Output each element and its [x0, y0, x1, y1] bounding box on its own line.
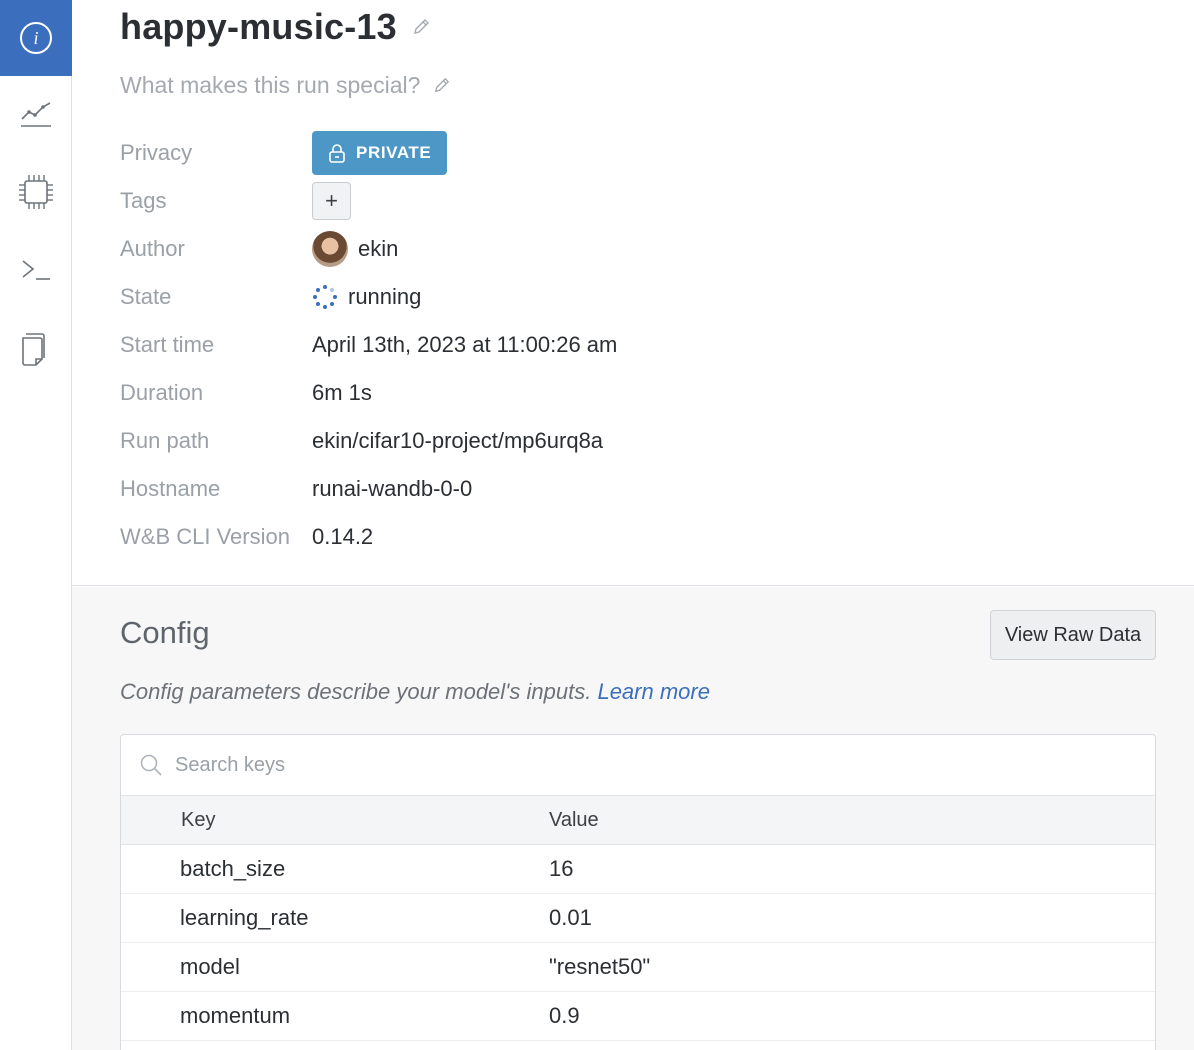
info-icon: i: [20, 22, 52, 54]
tags-label: Tags: [120, 188, 167, 213]
sidebar-item-overview[interactable]: i: [0, 0, 72, 76]
table-row[interactable]: batch_size 16: [121, 845, 1155, 894]
learn-more-link[interactable]: Learn more: [597, 679, 710, 704]
start-time-row: Start time April 13th, 2023 at 11:00:26 …: [120, 329, 1020, 361]
config-description: Config parameters describe your model's …: [120, 679, 710, 705]
sidebar: i: [0, 0, 72, 1050]
duration-value: 6m 1s: [312, 380, 372, 405]
state-label: State: [120, 284, 172, 309]
row-value: 16: [549, 856, 574, 881]
row-key: learning_rate: [180, 905, 309, 930]
author-row: Author ekin: [120, 231, 1020, 267]
files-icon: [22, 333, 45, 366]
row-value: 0.01: [549, 905, 592, 930]
config-search: [121, 735, 1155, 796]
hostname-value: runai-wandb-0-0: [312, 476, 473, 501]
tags-row: Tags +: [120, 182, 1020, 220]
cli-version-value: 0.14.2: [312, 524, 374, 549]
chip-icon: [19, 175, 53, 209]
avatar[interactable]: [312, 231, 348, 267]
chart-icon: [21, 102, 51, 127]
privacy-row: Privacy PRIVATE: [120, 131, 1020, 175]
row-value: 0.9: [549, 1003, 580, 1028]
run-path-value[interactable]: ekin/cifar10-project/mp6urq8a: [312, 428, 603, 454]
run-name: happy-music-13: [120, 6, 397, 47]
table-row[interactable]: learning_rate 0.01: [121, 894, 1155, 943]
terminal-icon: [22, 260, 50, 280]
config-section: Config View Raw Data Config parameters d…: [72, 587, 1194, 1050]
spinner-icon: [313, 285, 337, 309]
config-description-text: Config parameters describe your model's …: [120, 679, 592, 704]
row-key: batch_size: [180, 856, 286, 881]
table-header: Key Value: [121, 796, 1155, 845]
run-description[interactable]: What makes this run special?: [120, 72, 451, 99]
sidebar-item-charts[interactable]: [0, 76, 72, 152]
table-row[interactable]: model "resnet50": [121, 943, 1155, 992]
view-raw-data-button[interactable]: View Raw Data: [990, 610, 1156, 660]
add-tag-button[interactable]: +: [312, 182, 351, 220]
row-value: "resnet50": [549, 954, 651, 979]
search-input[interactable]: [175, 753, 975, 777]
cli-version-row: W&B CLI Version 0.14.2: [120, 521, 1020, 553]
cli-version-label: W&B CLI Version: [120, 524, 290, 549]
edit-description-icon[interactable]: [432, 76, 451, 95]
hostname-row: Hostname runai-wandb-0-0: [120, 473, 1020, 505]
edit-name-icon[interactable]: [411, 17, 431, 37]
state-value: running: [348, 284, 422, 309]
column-header-key[interactable]: Key: [121, 809, 549, 832]
search-icon: [140, 754, 162, 776]
table-row[interactable]: momentum 0.9: [121, 992, 1155, 1041]
start-time-value: April 13th, 2023 at 11:00:26 am: [312, 332, 618, 357]
duration-row: Duration 6m 1s: [120, 377, 1020, 409]
run-name-heading: happy-music-13: [120, 6, 431, 48]
duration-label: Duration: [120, 380, 204, 405]
run-path-row: Run path ekin/cifar10-project/mp6urq8a: [120, 425, 1020, 457]
sidebar-item-system[interactable]: [0, 154, 72, 230]
config-table: Key Value batch_size 16 learning_rate 0.…: [120, 734, 1156, 1050]
description-placeholder: What makes this run special?: [120, 72, 421, 98]
sidebar-item-logs[interactable]: [0, 232, 72, 308]
start-time-label: Start time: [120, 332, 215, 357]
row-key: momentum: [180, 1003, 291, 1028]
state-row: State running: [120, 281, 1020, 313]
column-header-value[interactable]: Value: [549, 809, 599, 832]
run-overview: happy-music-13 What makes this run speci…: [72, 0, 1194, 1050]
lock-icon: [329, 144, 345, 163]
author-name[interactable]: ekin: [358, 236, 398, 262]
row-key: model: [180, 954, 240, 979]
sidebar-item-files[interactable]: [0, 310, 72, 386]
privacy-value: PRIVATE: [356, 143, 432, 162]
privacy-label: Privacy: [120, 140, 193, 165]
run-path-label: Run path: [120, 428, 210, 453]
svg-text:i: i: [33, 28, 38, 48]
privacy-button[interactable]: PRIVATE: [312, 131, 448, 175]
run-info-panel: happy-music-13 What makes this run speci…: [72, 0, 1194, 586]
config-title: Config: [120, 615, 210, 650]
author-label: Author: [120, 236, 185, 261]
hostname-label: Hostname: [120, 476, 221, 501]
